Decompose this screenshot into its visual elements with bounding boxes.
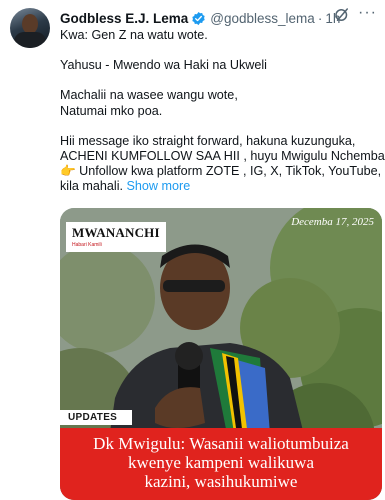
tweet-line: ACHENI KUMFOLLOW SAA HII , huyu Mwigulu … [60,149,385,164]
tweet-line-last: kila mahali. Show more [60,179,380,194]
headline-line: Dk Mwigulu: Wasanii waliotumbuiza [93,434,349,453]
tweet-line: Natumai mko poa. [60,103,163,118]
author-avatar[interactable] [10,8,50,48]
tweet-line-end: kila mahali. [60,179,123,194]
tweet-line: Machalii na wasee wangu wote, [60,88,238,103]
headline-banner: Dk Mwigulu: Wasanii waliotumbuiza kwenye… [60,428,382,500]
news-logo: MWANANCHI Habari Kamili [66,222,166,252]
tweet-media-image[interactable]: MWANANCHI Habari Kamili Decemba 17, 2025… [60,208,382,500]
show-more-link[interactable]: Show more [127,179,191,193]
grok-icon[interactable] [333,6,351,24]
separator-dot: · [317,10,323,26]
tweet-header: Godbless E.J. Lema @godbless_lema · 1h [60,8,377,28]
author-name[interactable]: Godbless E.J. Lema [60,11,188,26]
tweet-line: 👉 Unfollow kwa platform ZOTE , IG, X, Ti… [60,164,382,179]
avatar-face [22,14,38,34]
tweet-text: Kwa: Gen Z na watu wote. Yahusu - Mwendo… [60,28,385,195]
avatar-suit [14,32,46,48]
logo-subtext: Habari Kamili [72,242,102,248]
author-handle[interactable]: @godbless_lema [210,11,315,26]
more-options-icon[interactable]: ··· [358,4,377,22]
tweet-line: Yahusu - Mwendo wa Haki na Ukweli [60,58,267,73]
updates-tag: UPDATES [60,410,132,425]
tweet-line: Hii message iko straight forward, hakuna… [60,133,356,148]
verified-badge-icon [192,11,205,25]
image-date: Decemba 17, 2025 [291,216,374,228]
logo-text: MWANANCHI [72,225,160,240]
headline-line: kwenye kampeni walikuwa [128,453,314,472]
tweet-line: Kwa: Gen Z na watu wote. [60,28,208,42]
headline-line: kazini, wasihukumiwe [144,472,298,491]
